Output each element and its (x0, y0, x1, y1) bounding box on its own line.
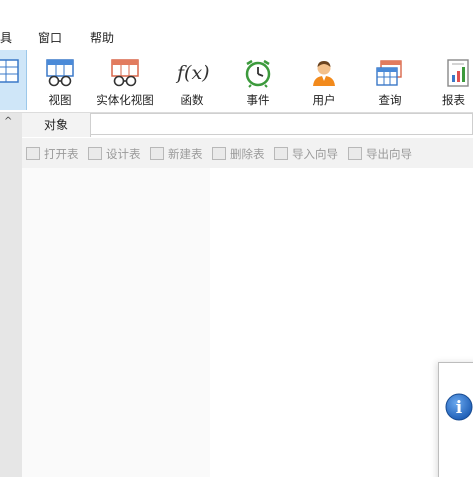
menu-bar: 具 窗口 帮助 (0, 26, 473, 50)
import-wizard-icon (274, 147, 288, 160)
open-table-button[interactable]: 打开表 (26, 146, 79, 162)
user-button[interactable]: 用户 (304, 50, 344, 110)
menu-help[interactable]: 帮助 (90, 30, 114, 46)
tab-object[interactable]: 对象 (22, 113, 91, 137)
active-toolbar-button[interactable] (0, 50, 27, 110)
event-clock-icon (245, 59, 271, 88)
report-label: 报表 (442, 93, 465, 107)
view-icon (46, 59, 74, 87)
delete-table-icon (212, 147, 226, 160)
tab-strip-area (90, 113, 473, 135)
query-label: 查询 (378, 93, 402, 107)
design-table-button[interactable]: 设计表 (88, 146, 141, 162)
query-button[interactable]: 查询 (370, 50, 410, 110)
design-table-label: 设计表 (106, 147, 141, 161)
export-wizard-icon (348, 147, 362, 160)
function-label: 函数 (180, 93, 204, 107)
navigation-pane-collapsed (0, 113, 22, 477)
export-wizard-label: 导出向导 (366, 147, 412, 161)
materialized-view-icon (111, 59, 139, 87)
query-icon (376, 60, 402, 86)
design-table-icon (88, 147, 102, 160)
delete-table-label: 删除表 (230, 147, 265, 161)
event-label: 事件 (246, 93, 270, 107)
navicat-window: 具 窗口 帮助 视图 实体化视图 f(x) 函数 事件 用户 查询 报表 ^ 对… (0, 0, 473, 477)
object-actions-bar: 打开表 设计表 新建表 删除表 导入向导 导出向导 (22, 138, 473, 168)
delete-table-button[interactable]: 删除表 (212, 146, 265, 162)
open-table-label: 打开表 (44, 147, 79, 161)
menu-window[interactable]: 窗口 (38, 30, 62, 46)
user-icon (313, 61, 335, 86)
info-glyph: i (456, 398, 463, 418)
user-label: 用户 (312, 93, 336, 107)
new-table-button[interactable]: 新建表 (150, 146, 203, 162)
main-toolbar: 视图 实体化视图 f(x) 函数 事件 用户 查询 报表 (0, 50, 473, 113)
function-icon: f(x) (177, 62, 210, 84)
menu-tools[interactable]: 具 (0, 30, 12, 46)
report-button[interactable]: 报表 (438, 50, 473, 110)
table-icon (0, 59, 19, 83)
view-button[interactable]: 视图 (38, 50, 82, 110)
new-table-label: 新建表 (168, 147, 203, 161)
import-wizard-button[interactable]: 导入向导 (274, 146, 338, 162)
scroll-up-arrow[interactable]: ^ (4, 116, 12, 127)
function-button[interactable]: f(x) 函数 (172, 50, 212, 110)
report-icon (447, 59, 469, 87)
materialized-view-label: 实体化视图 (96, 93, 154, 107)
import-wizard-label: 导入向导 (292, 147, 338, 161)
new-table-icon (150, 147, 164, 160)
info-icon: i (445, 393, 473, 421)
object-list-column (22, 168, 210, 477)
open-table-icon (26, 147, 40, 160)
export-wizard-button[interactable]: 导出向导 (348, 146, 412, 162)
event-button[interactable]: 事件 (238, 50, 278, 110)
materialized-view-button[interactable]: 实体化视图 (94, 50, 156, 110)
view-label: 视图 (48, 93, 72, 107)
